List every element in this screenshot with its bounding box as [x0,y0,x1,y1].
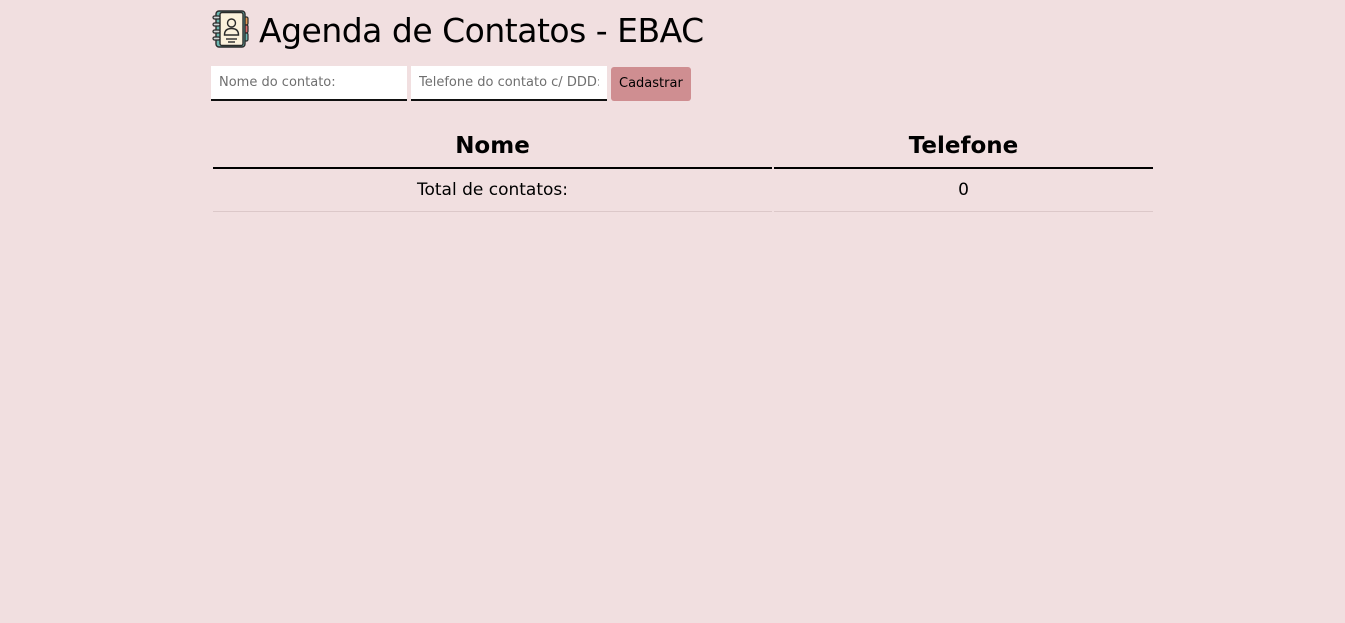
total-contacts-count: 0 [774,169,1153,212]
page-header: Agenda de Contatos - EBAC [211,0,1155,58]
contact-phone-input[interactable] [411,66,607,101]
page-title: Agenda de Contatos - EBAC [259,10,704,50]
address-book-icon [212,10,249,48]
column-header-phone: Telefone [774,125,1153,169]
total-contacts-label: Total de contatos: [213,169,772,212]
register-button[interactable]: Cadastrar [611,66,691,101]
app-container: Agenda de Contatos - EBAC Cadastrar Nome… [211,0,1155,212]
table-footer-row: Total de contatos: 0 [213,169,1153,212]
contact-name-input[interactable] [211,66,407,101]
table-header-row: Nome Telefone [213,125,1153,169]
add-contact-form: Cadastrar [211,66,1155,101]
column-header-name: Nome [213,125,772,169]
contacts-table: Nome Telefone Total de contatos: 0 [211,125,1155,212]
